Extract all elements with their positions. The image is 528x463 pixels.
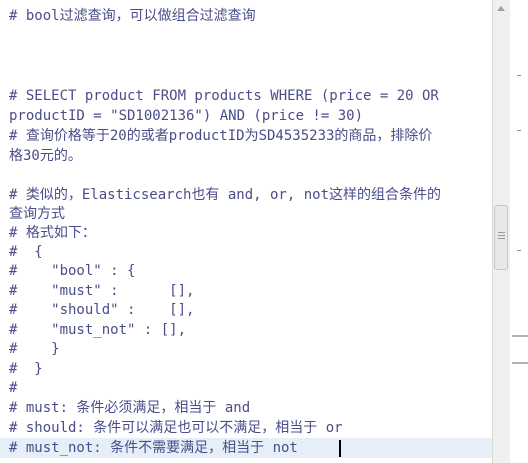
code-line[interactable]: productID = "SD1002136") AND (price != 3… (9, 106, 363, 126)
code-line[interactable]: # } (9, 339, 60, 359)
overview-gutter (510, 0, 528, 463)
code-line[interactable]: # "bool" : { (9, 261, 135, 281)
code-editor[interactable]: # bool过滤查询，可以做组合过滤查询 # SELECT product FR… (0, 0, 492, 463)
gutter-marker (517, 130, 521, 131)
gutter-marker (512, 362, 528, 364)
code-line[interactable]: # bool过滤查询，可以做组合过滤查询 (9, 6, 256, 26)
grip-line (498, 238, 505, 239)
vertical-scrollbar[interactable] (492, 0, 510, 463)
code-line-current[interactable]: # must_not: 条件不需要满足，相当于 not (0, 438, 492, 458)
code-line[interactable]: # { (9, 242, 43, 262)
scroll-up-arrow-icon[interactable] (493, 0, 510, 17)
code-line[interactable]: 格30元的。 (9, 146, 82, 166)
code-line[interactable]: # "should" : [], (9, 300, 194, 320)
code-line[interactable]: # (9, 378, 17, 398)
code-line[interactable]: # 类似的，Elasticsearch也有 and, or, not这样的组合条… (9, 185, 441, 205)
scroll-thumb[interactable] (494, 205, 508, 270)
grip-line (498, 232, 505, 233)
text-caret (339, 440, 341, 457)
code-line[interactable]: # 查询价格等于20的或者productID为SD4535233的商品，排除价 (9, 126, 432, 146)
code-line[interactable]: # must: 条件必须满足，相当于 and (9, 398, 250, 418)
code-line[interactable]: 查询方式 (9, 204, 65, 224)
code-line[interactable]: # SELECT product FROM products WHERE (pr… (9, 86, 439, 106)
code-line[interactable]: # "must_not" : [], (9, 320, 186, 340)
gutter-marker (517, 75, 521, 76)
gutter-marker (517, 250, 521, 251)
grip-line (498, 235, 505, 236)
gutter-marker (512, 335, 528, 337)
code-line[interactable]: # should: 条件可以满足也可以不满足，相当于 or (9, 418, 343, 438)
code-line[interactable]: # 格式如下： (9, 223, 96, 243)
code-line[interactable]: # } (9, 359, 43, 379)
code-line[interactable]: # "must" : [], (9, 281, 194, 301)
